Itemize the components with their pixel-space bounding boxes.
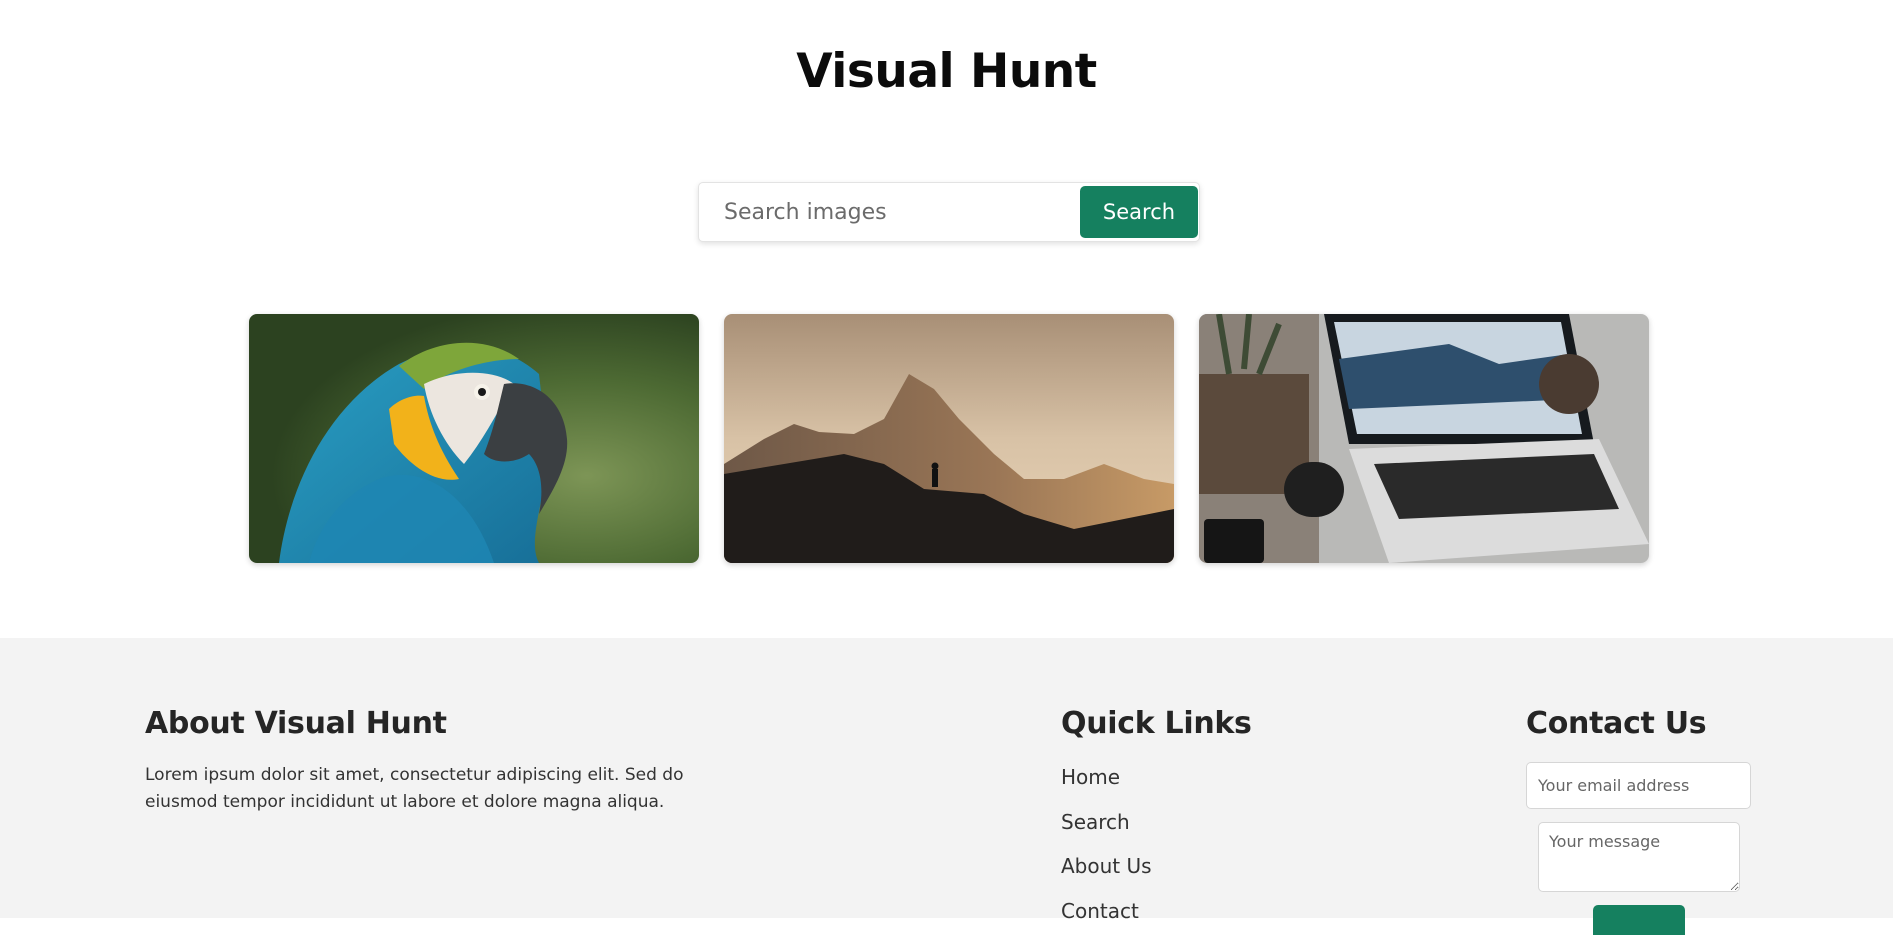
quick-link-home-label[interactable]: Home xyxy=(1061,765,1120,789)
parrot-image xyxy=(249,314,699,563)
contact-email-field[interactable] xyxy=(1526,762,1751,809)
about-text: Lorem ipsum dolor sit amet, consectetur … xyxy=(145,762,745,816)
quick-link-home[interactable]: Home xyxy=(1061,764,1152,809)
gallery-image-laptop[interactable] xyxy=(1199,314,1649,563)
gallery-image-parrot[interactable] xyxy=(249,314,699,563)
search-input[interactable] xyxy=(700,184,1076,240)
quick-link-search-label[interactable]: Search xyxy=(1061,810,1130,834)
contact-send-button[interactable] xyxy=(1593,905,1685,935)
mountains-image xyxy=(724,314,1174,563)
footer: About Visual Hunt Lorem ipsum dolor sit … xyxy=(0,638,1893,918)
quick-links-list: Home Search About Us Contact xyxy=(1061,764,1152,942)
contact-message-field[interactable] xyxy=(1538,822,1740,892)
laptop-image xyxy=(1199,314,1649,563)
about-heading: About Visual Hunt xyxy=(145,704,447,744)
site-title: Visual Hunt xyxy=(0,42,1893,102)
quick-link-contact-label[interactable]: Contact xyxy=(1061,899,1139,923)
contact-heading: Contact Us xyxy=(1526,704,1706,744)
quick-links-heading: Quick Links xyxy=(1061,704,1252,744)
quick-link-about-us[interactable]: About Us xyxy=(1061,853,1152,898)
search-button[interactable]: Search xyxy=(1080,186,1198,238)
quick-link-about-us-label[interactable]: About Us xyxy=(1061,854,1152,878)
quick-link-search[interactable]: Search xyxy=(1061,809,1152,854)
search-bar: Search xyxy=(698,182,1200,242)
gallery-image-mountains[interactable] xyxy=(724,314,1174,563)
quick-link-contact[interactable]: Contact xyxy=(1061,898,1152,942)
